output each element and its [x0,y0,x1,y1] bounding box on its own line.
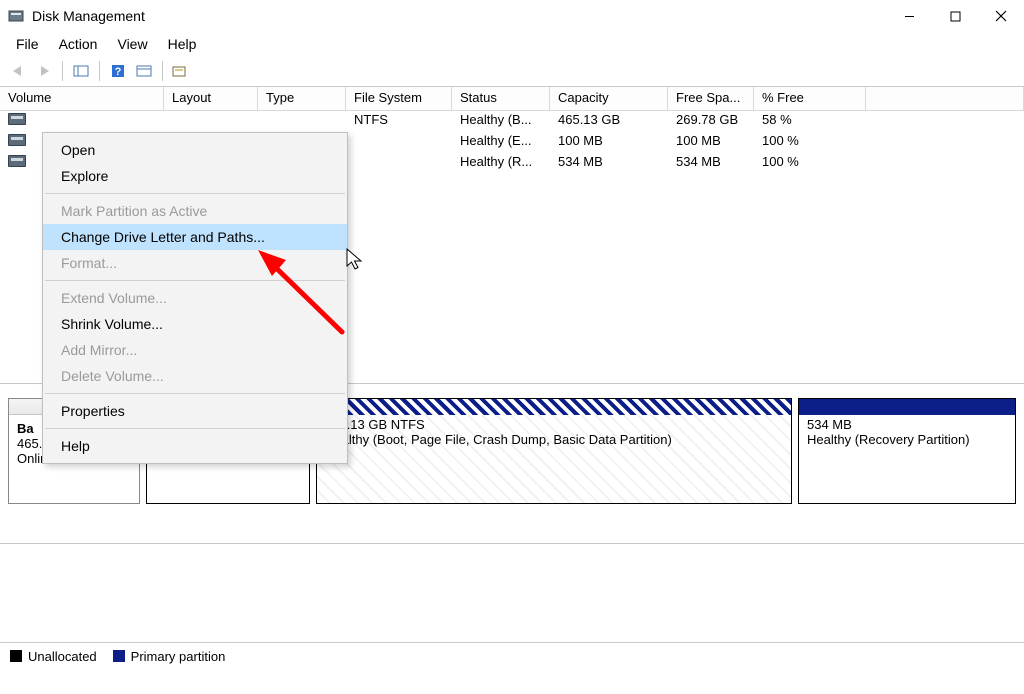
legend-primary: Primary partition [113,649,226,664]
col-capacity[interactable]: Capacity [550,87,668,110]
toolbar-separator [162,61,163,81]
menu-action[interactable]: Action [49,34,108,54]
ctx-shrink-volume[interactable]: Shrink Volume... [43,311,347,337]
volume-icon [8,155,26,167]
toolbar-separator [62,61,63,81]
ctx-explore[interactable]: Explore [43,163,347,189]
toolbar: ? [0,56,1024,86]
ctx-change-drive-letter[interactable]: Change Drive Letter and Paths... [43,224,347,250]
maximize-button[interactable] [932,0,978,32]
col-filesystem[interactable]: File System [346,87,452,110]
ctx-help[interactable]: Help [43,433,347,459]
legend-unallocated: Unallocated [10,649,97,664]
menu-view[interactable]: View [107,34,157,54]
menu-help[interactable]: Help [158,34,207,54]
ctx-delete-volume: Delete Volume... [43,363,347,389]
col-volume[interactable]: Volume [0,87,164,110]
col-spacer [866,87,1024,110]
ctx-properties[interactable]: Properties [43,398,347,424]
refresh-icon[interactable] [169,59,193,83]
disk-name: Ba [17,421,34,436]
window-title: Disk Management [32,8,886,24]
col-status[interactable]: Status [452,87,550,110]
forward-icon[interactable] [32,59,56,83]
ctx-mark-active: Mark Partition as Active [43,198,347,224]
ctx-format: Format... [43,250,347,276]
legend: Unallocated Primary partition [0,642,1024,694]
menubar: File Action View Help [0,32,1024,56]
ctx-add-mirror: Add Mirror... [43,337,347,363]
col-layout[interactable]: Layout [164,87,258,110]
toolbar-separator [99,61,100,81]
ctx-separator [45,393,345,394]
svg-text:?: ? [115,66,122,78]
properties-icon[interactable] [132,59,156,83]
volume-icon [8,134,26,146]
close-button[interactable] [978,0,1024,32]
partition-recovery[interactable]: 534 MB Healthy (Recovery Partition) [798,398,1016,504]
col-freespace[interactable]: Free Spa... [668,87,754,110]
ctx-separator [45,193,345,194]
ctx-separator [45,428,345,429]
col-type[interactable]: Type [258,87,346,110]
volume-row[interactable]: NTFS Healthy (B... 465.13 GB 269.78 GB 5… [0,111,1024,132]
volume-icon [8,113,26,125]
help-icon[interactable]: ? [106,59,130,83]
back-icon[interactable] [6,59,30,83]
show-hide-console-icon[interactable] [69,59,93,83]
menu-file[interactable]: File [6,34,49,54]
app-icon [8,8,24,24]
ctx-open[interactable]: Open [43,137,347,163]
ctx-separator [45,280,345,281]
minimize-button[interactable] [886,0,932,32]
titlebar: Disk Management [0,0,1024,32]
partition-main[interactable]: 465.13 GB NTFS Healthy (Boot, Page File,… [316,398,792,504]
ctx-extend-volume: Extend Volume... [43,285,347,311]
context-menu: Open Explore Mark Partition as Active Ch… [42,132,348,464]
col-pctfree[interactable]: % Free [754,87,866,110]
column-headers: Volume Layout Type File System Status Ca… [0,87,1024,111]
